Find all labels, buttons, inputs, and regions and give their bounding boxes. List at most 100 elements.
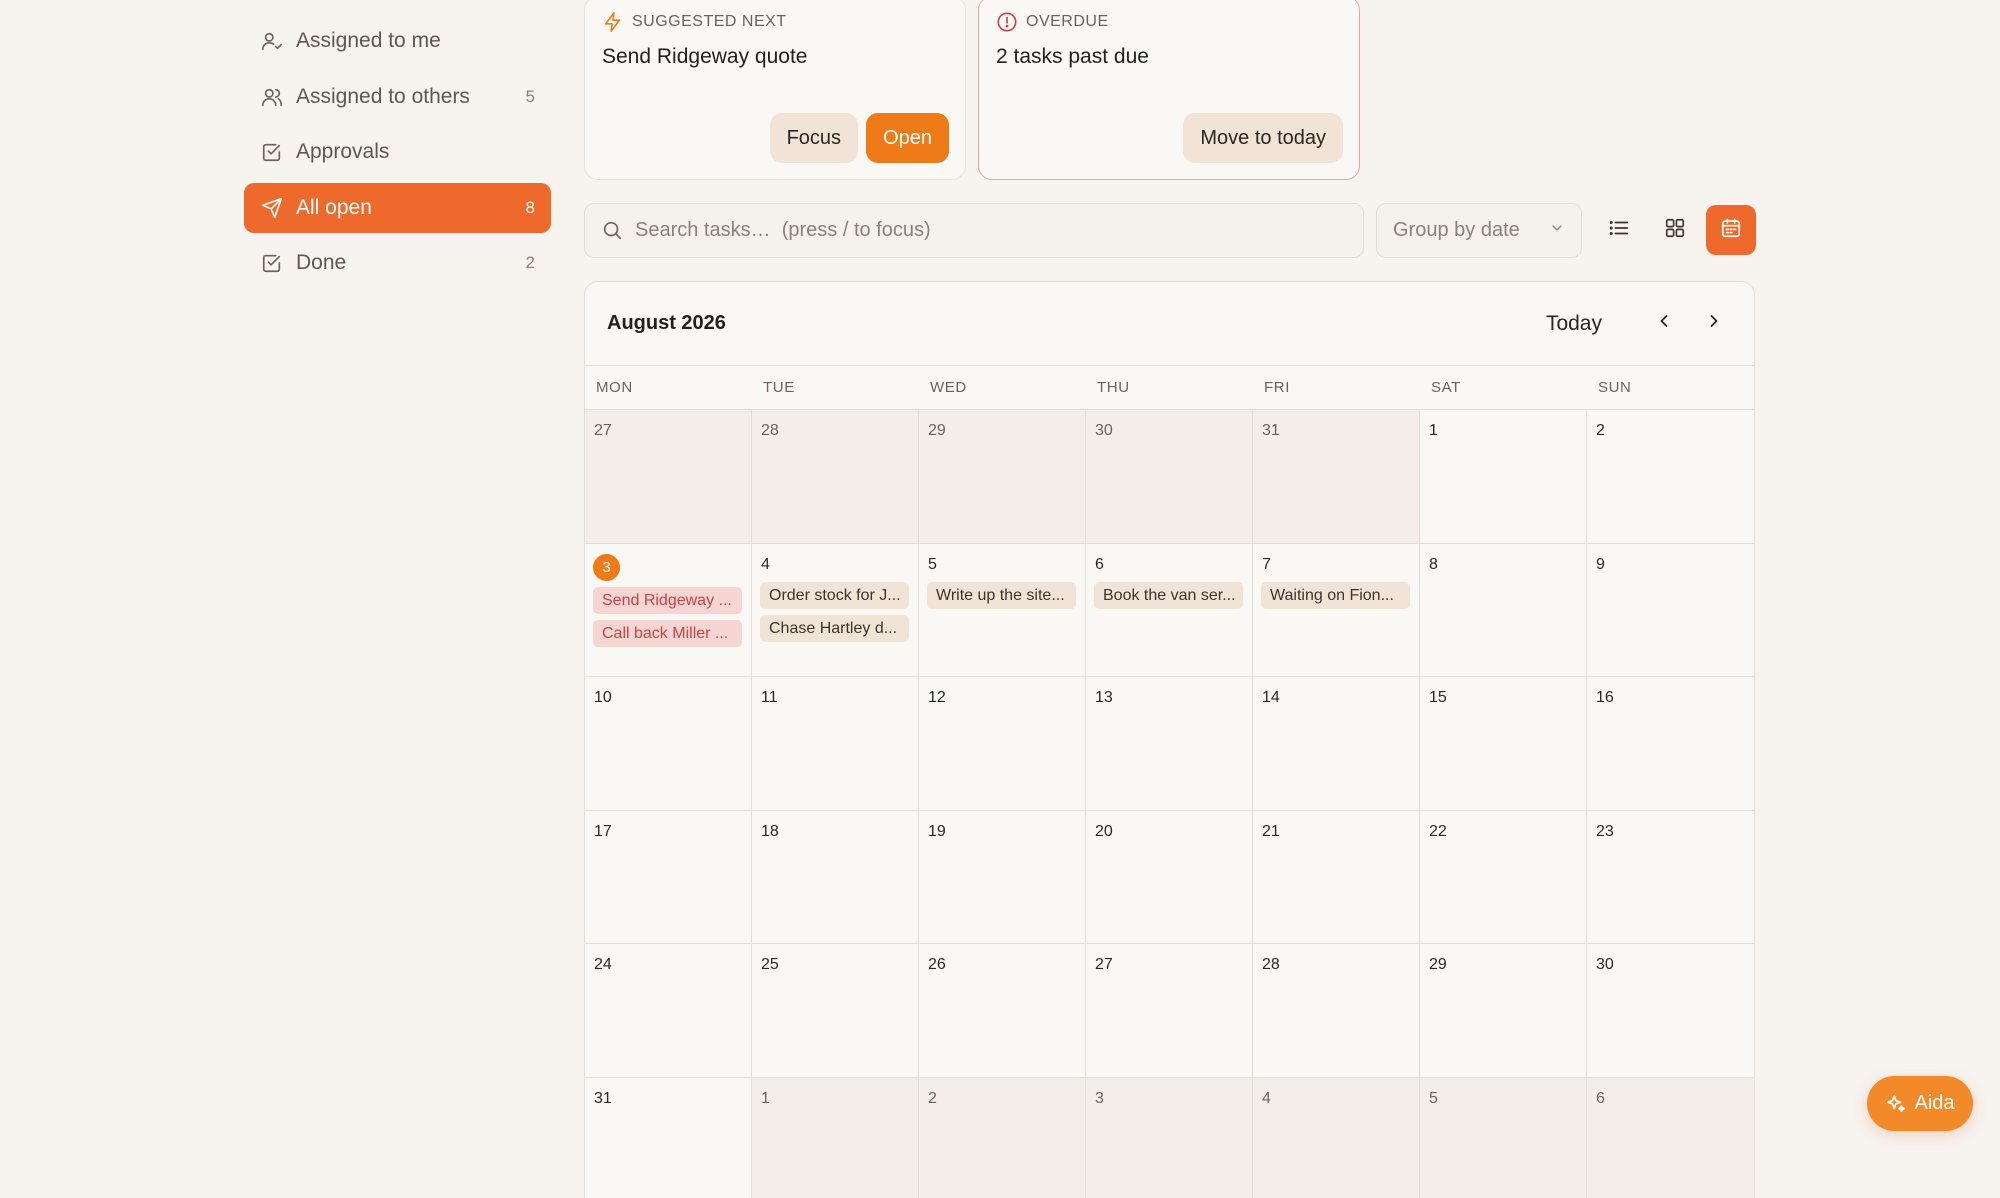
- day-number: 28: [1262, 956, 1280, 973]
- calendar-day-cell[interactable]: 3: [1086, 1077, 1253, 1198]
- day-number: 3: [1095, 1089, 1104, 1107]
- group-by-select[interactable]: Group by date: [1376, 203, 1582, 258]
- aida-assistant-button[interactable]: Aida: [1867, 1076, 1973, 1131]
- weekday-label: THU: [1097, 379, 1130, 396]
- calendar-day-cell[interactable]: 22: [1420, 810, 1587, 944]
- calendar-day-cell[interactable]: 9: [1587, 543, 1754, 677]
- calendar-day-cell[interactable]: 4 Order stock for J... Chase Hartley d...: [752, 543, 919, 677]
- calendar-day-cell[interactable]: 11: [752, 677, 919, 811]
- today-button[interactable]: Today: [1546, 312, 1602, 336]
- task-chip[interactable]: Waiting on Fion...: [1261, 581, 1410, 609]
- calendar-day-cell[interactable]: 24: [585, 944, 752, 1078]
- day-number: 4: [761, 555, 770, 573]
- calendar-day-cell[interactable]: 1: [752, 1077, 919, 1198]
- today-day-number: 3: [593, 553, 620, 581]
- weekday-label: FRI: [1264, 379, 1290, 396]
- next-month-button[interactable]: [1696, 306, 1732, 342]
- calendar-day-cell[interactable]: 4: [1253, 1077, 1420, 1198]
- card-kicker: SUGGESTED NEXT: [602, 11, 787, 33]
- calendar-day-cell[interactable]: 27: [585, 410, 752, 544]
- day-number: 26: [928, 956, 946, 973]
- calendar-day-cell[interactable]: 20: [1086, 810, 1253, 944]
- kicker-label: SUGGESTED NEXT: [632, 13, 787, 30]
- calendar-day-cell[interactable]: 14: [1253, 677, 1420, 811]
- calendar-icon: [1720, 217, 1742, 244]
- calendar-day-cell[interactable]: 2: [1587, 410, 1754, 544]
- weekday-label: SUN: [1598, 379, 1632, 396]
- calendar-day-cell[interactable]: 27: [1086, 944, 1253, 1078]
- previous-month-button[interactable]: [1646, 306, 1682, 342]
- sidebar-item-assigned-to-others[interactable]: Assigned to others 5: [244, 72, 551, 122]
- sidebar-item-done[interactable]: Done 2: [244, 238, 551, 288]
- grid-icon: [1664, 217, 1686, 244]
- calendar-day-cell[interactable]: 13: [1086, 677, 1253, 811]
- suggested-task-title: Send Ridgeway quote: [602, 45, 808, 68]
- focus-button[interactable]: Focus: [769, 113, 859, 163]
- chevron-left-icon: [1654, 311, 1674, 336]
- calendar-day-cell[interactable]: 26: [919, 944, 1086, 1078]
- calendar-day-cell[interactable]: 5 Write up the site...: [919, 543, 1086, 677]
- task-chip[interactable]: Chase Hartley d...: [760, 614, 909, 642]
- calendar-day-cell[interactable]: 6 Book the van ser...: [1086, 543, 1253, 677]
- calendar-view-button[interactable]: [1706, 205, 1756, 255]
- day-number: 25: [761, 956, 779, 973]
- sidebar-item-label: Done: [296, 251, 347, 274]
- calendar-day-cell[interactable]: 12: [919, 677, 1086, 811]
- calendar-day-cell[interactable]: 6: [1587, 1077, 1754, 1198]
- sidebar-item-label: Assigned to me: [296, 29, 441, 52]
- lightning-icon: [602, 11, 624, 33]
- calendar-day-cell[interactable]: 8: [1420, 543, 1587, 677]
- sidebar: Assigned to me Assigned to others 5 Appr…: [244, 16, 551, 294]
- calendar-day-cell[interactable]: 1: [1420, 410, 1587, 544]
- open-button[interactable]: Open: [866, 113, 949, 163]
- sidebar-item-assigned-to-me[interactable]: Assigned to me: [244, 16, 551, 66]
- day-number: 11: [761, 689, 778, 706]
- calendar-day-cell[interactable]: 30: [1587, 944, 1754, 1078]
- calendar-day-cell[interactable]: 2: [919, 1077, 1086, 1198]
- calendar-day-cell[interactable]: 21: [1253, 810, 1420, 944]
- weekday-header-row: MON TUE WED THU FRI SAT SUN: [585, 366, 1754, 410]
- search-input[interactable]: [635, 219, 1335, 242]
- move-to-today-button[interactable]: Move to today: [1183, 113, 1343, 163]
- task-chip[interactable]: Write up the site...: [927, 581, 1076, 609]
- sidebar-item-count: 5: [525, 86, 535, 106]
- calendar-day-cell[interactable]: 28: [1253, 944, 1420, 1078]
- day-number: 17: [594, 822, 612, 840]
- calendar-day-cell[interactable]: 19: [919, 810, 1086, 944]
- search-box: [584, 203, 1364, 258]
- kicker-label: OVERDUE: [1026, 13, 1109, 30]
- task-chip[interactable]: Order stock for J...: [760, 581, 909, 609]
- calendar-day-cell[interactable]: 7 Waiting on Fion...: [1253, 543, 1420, 677]
- calendar-day-cell[interactable]: 30: [1086, 410, 1253, 544]
- checkbox-icon: [260, 140, 284, 164]
- calendar-day-cell[interactable]: 3 Send Ridgeway ... Call back Miller ...: [585, 543, 752, 677]
- calendar-day-cell[interactable]: 25: [752, 944, 919, 1078]
- day-number: 10: [594, 689, 612, 706]
- send-icon: [260, 196, 284, 220]
- calendar-day-cell[interactable]: 23: [1587, 810, 1754, 944]
- task-chip[interactable]: Book the van ser...: [1094, 581, 1243, 609]
- day-number: 1: [1429, 422, 1438, 439]
- sidebar-item-approvals[interactable]: Approvals: [244, 127, 551, 177]
- calendar-day-cell[interactable]: 5: [1420, 1077, 1587, 1198]
- day-number: 8: [1429, 555, 1438, 573]
- calendar-day-cell[interactable]: 28: [752, 410, 919, 544]
- grid-view-button[interactable]: [1650, 205, 1700, 255]
- overdue-task-chip[interactable]: Call back Miller ...: [593, 619, 742, 647]
- sidebar-item-all-open[interactable]: All open 8: [244, 182, 551, 233]
- calendar-day-cell[interactable]: 29: [919, 410, 1086, 544]
- calendar-day-cell[interactable]: 15: [1420, 677, 1587, 811]
- weekday-label: TUE: [763, 379, 795, 396]
- calendar-day-cell[interactable]: 10: [585, 677, 752, 811]
- calendar-day-cell[interactable]: 29: [1420, 944, 1587, 1078]
- calendar-day-cell[interactable]: 17: [585, 810, 752, 944]
- calendar-day-cell[interactable]: 31: [1253, 410, 1420, 544]
- calendar-day-cell[interactable]: 16: [1587, 677, 1754, 811]
- day-number: 7: [1262, 555, 1271, 573]
- calendar-day-cell[interactable]: 18: [752, 810, 919, 944]
- day-number: 22: [1429, 822, 1447, 840]
- overdue-task-chip[interactable]: Send Ridgeway ...: [593, 586, 742, 614]
- list-view-button[interactable]: [1594, 205, 1644, 255]
- chevron-right-icon: [1704, 311, 1724, 336]
- calendar-day-cell[interactable]: 31: [585, 1077, 752, 1198]
